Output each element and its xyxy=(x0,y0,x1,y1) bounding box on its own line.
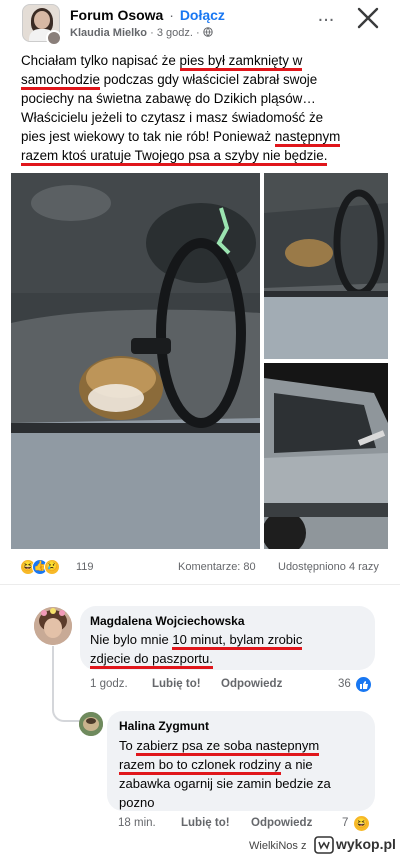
comments-count[interactable]: Komentarze: 80 xyxy=(178,561,256,573)
close-icon xyxy=(357,7,379,29)
group-name: Forum Osowa · Dołącz xyxy=(70,7,225,23)
sad-icon: 😢 xyxy=(44,559,60,575)
post-time: · 3 godz. · xyxy=(150,27,200,39)
comment-like-button[interactable]: Lubię to! xyxy=(181,817,230,829)
comment-actions: 1 godz. Lubię to! Odpowiedz 36 xyxy=(90,677,380,694)
wykop-icon xyxy=(314,836,334,854)
post-line: pociechy na świetna zabawę do Dzikich pl… xyxy=(21,91,316,106)
comment-time: 18 min. xyxy=(118,817,156,829)
comment-text: Nie bylo mnie 10 minut, bylam zrobic zdj… xyxy=(90,630,370,669)
author-avatar[interactable] xyxy=(46,30,62,46)
source-author: WielkiNos z xyxy=(249,840,307,852)
author-name[interactable]: Klaudia Mielko xyxy=(70,27,147,39)
join-button[interactable]: Dołącz xyxy=(180,7,225,23)
section-divider xyxy=(0,584,400,592)
commenter-avatar[interactable] xyxy=(34,607,72,645)
post-line: razem ktoś uratuje Twojego psa a szyby n… xyxy=(21,146,386,166)
comment-like-count[interactable]: 36 xyxy=(338,678,351,690)
reactions-bar: 😆 👍 😢 119 Komentarze: 80 Udostępniono 4 … xyxy=(20,557,380,577)
photo-main[interactable] xyxy=(11,173,260,549)
comment-author[interactable]: Halina Zygmunt xyxy=(119,719,209,733)
photo-bottom-right[interactable] xyxy=(264,363,388,549)
post-line: Właścicielu jeżeli to czytasz i masz świ… xyxy=(21,110,324,125)
comment-reply-button[interactable]: Odpowiedz xyxy=(221,678,282,690)
comment-reply-button[interactable]: Odpowiedz xyxy=(251,817,312,829)
comment-author[interactable]: Magdalena Wojciechowska xyxy=(90,614,245,628)
reaction-icons[interactable]: 😆 👍 😢 xyxy=(20,559,66,575)
comment-actions: 18 min. Lubię to! Odpowiedz 7 😆 xyxy=(118,816,380,833)
comment-text: To zabierz psa ze soba nastepnym razem b… xyxy=(119,738,331,810)
photo-top-right[interactable] xyxy=(264,173,388,359)
post-header: Forum Osowa · Dołącz Klaudia Mielko · 3 … xyxy=(0,0,400,48)
post-body: Chciałam tylko napisać że pies był zamkn… xyxy=(21,51,386,166)
wykop-logo: wykop.pl xyxy=(314,836,400,854)
wykop-wordmark: wykop.pl xyxy=(336,836,396,852)
photo-grid xyxy=(11,173,389,551)
comment-like-button[interactable]: Lubię to! xyxy=(152,678,201,690)
close-button[interactable] xyxy=(352,2,384,34)
group-name-link[interactable]: Forum Osowa xyxy=(70,7,163,23)
comment-bubble: Halina Zygmunt To zabierz psa ze soba na… xyxy=(107,711,375,811)
comment-like-count[interactable]: 7 xyxy=(342,817,348,829)
post-line: samochodzie podczas gdy właściciel zabra… xyxy=(21,70,386,90)
separator-dot: · xyxy=(169,7,174,23)
haha-icon: 😆 xyxy=(354,816,369,831)
comment-time: 1 godz. xyxy=(90,678,128,690)
shares-count[interactable]: Udostępniono 4 razy xyxy=(278,561,379,573)
more-options-button[interactable]: ... xyxy=(312,4,340,32)
like-icon xyxy=(356,677,371,692)
post-line: Chciałam tylko napisać że pies był zamkn… xyxy=(21,51,386,71)
globe-icon xyxy=(202,27,213,39)
reply-thread-line xyxy=(52,646,80,722)
post-line: pies jest wiekowy to tak nie rób! Poniew… xyxy=(21,127,386,147)
comment-bubble: Magdalena Wojciechowska Nie bylo mnie 10… xyxy=(80,606,375,670)
source-watermark: WielkiNos z wykop.pl xyxy=(0,833,400,857)
reactions-count[interactable]: 119 xyxy=(76,561,94,573)
commenter-avatar[interactable] xyxy=(79,712,103,736)
post-meta: Klaudia Mielko · 3 godz. · xyxy=(70,27,213,39)
